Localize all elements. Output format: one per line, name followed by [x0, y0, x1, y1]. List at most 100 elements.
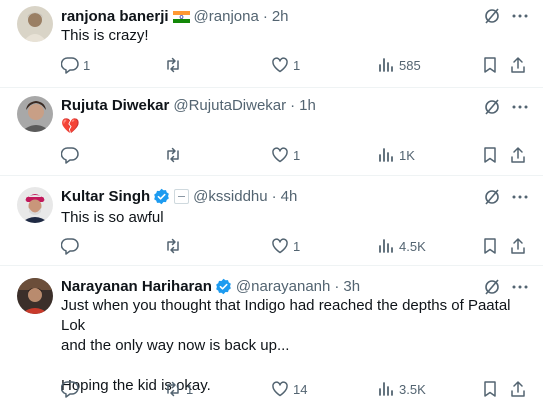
timestamp[interactable]: 2h: [272, 8, 289, 25]
reply-button[interactable]: 1: [61, 56, 90, 74]
bookmark-button[interactable]: [481, 146, 499, 164]
like-icon: [272, 57, 288, 73]
bookmark-icon: [484, 57, 496, 73]
timestamp[interactable]: 1h: [299, 97, 316, 114]
like-icon: [272, 147, 288, 163]
tweet-header: Kultar Singh @kssiddhu · 4h: [61, 186, 297, 206]
bookmark-button[interactable]: [481, 56, 499, 74]
repost-button[interactable]: [164, 56, 186, 74]
like-button[interactable]: 1: [271, 237, 300, 255]
tweet-header: Narayanan Hariharan @narayananh · 3h: [61, 276, 360, 296]
reply-icon: [61, 147, 79, 164]
views-icon: [379, 58, 393, 72]
tweet[interactable]: ranjona banerji @ranjona · 2h This is cr…: [0, 0, 543, 88]
like-button[interactable]: 1: [271, 56, 300, 74]
timestamp[interactable]: 4h: [281, 188, 298, 205]
bookmark-button[interactable]: [481, 380, 499, 398]
reply-icon: [61, 238, 79, 255]
tweet-text: This is so awful: [61, 209, 164, 226]
more-icon[interactable]: [511, 278, 529, 296]
reply-icon: [61, 57, 79, 74]
tweet-text-line: [61, 356, 536, 376]
views-button[interactable]: 3.5K: [377, 380, 426, 398]
avatar[interactable]: [17, 96, 53, 132]
tweet-header: ranjona banerji @ranjona · 2h: [61, 6, 289, 26]
avatar[interactable]: [17, 187, 53, 223]
user-handle[interactable]: @narayananh: [236, 278, 330, 295]
separator-dot: ·: [290, 96, 296, 114]
like-count: 1: [293, 57, 301, 73]
avatar[interactable]: [17, 6, 53, 42]
like-button[interactable]: 14: [271, 380, 307, 398]
tweet-text: 💔: [61, 117, 80, 135]
avatar[interactable]: [17, 278, 53, 314]
separator-dot: ·: [271, 187, 277, 205]
more-icon[interactable]: [511, 7, 529, 25]
repost-icon: [167, 57, 179, 73]
grok-icon[interactable]: [483, 188, 501, 206]
display-name[interactable]: ranjona banerji: [61, 8, 169, 25]
views-count: 3.5K: [399, 381, 426, 397]
display-name[interactable]: Kultar Singh: [61, 188, 150, 205]
more-icon[interactable]: [511, 98, 529, 116]
views-icon: [379, 239, 393, 253]
repost-button[interactable]: 1: [164, 380, 193, 398]
tweet[interactable]: Rujuta Diwekar @RujutaDiwekar · 1h 💔 1 1…: [0, 88, 543, 176]
share-icon: [511, 381, 525, 397]
tweet-header: Rujuta Diwekar @RujutaDiwekar · 1h: [61, 95, 316, 115]
verified-badge-icon: [153, 188, 170, 205]
like-button[interactable]: 1: [271, 146, 300, 164]
display-name[interactable]: Narayanan Hariharan: [61, 278, 212, 295]
grok-icon[interactable]: [483, 98, 501, 116]
grok-icon[interactable]: [483, 278, 501, 296]
user-handle[interactable]: @RujutaDiwekar: [173, 97, 286, 114]
bookmark-button[interactable]: [481, 237, 499, 255]
repost-icon: [167, 381, 179, 397]
views-icon: [379, 148, 393, 162]
tweet[interactable]: Narayanan Hariharan @narayananh · 3h Jus…: [0, 266, 543, 405]
views-icon: [379, 382, 393, 396]
reply-button[interactable]: [61, 237, 83, 255]
bookmark-icon: [484, 381, 496, 397]
tweet-text: This is crazy!: [61, 27, 149, 44]
bookmark-icon: [484, 147, 496, 163]
repost-icon: [167, 238, 179, 254]
share-button[interactable]: [509, 56, 527, 74]
views-count: 585: [399, 57, 421, 73]
tweet-actions: 1 1K: [61, 146, 531, 166]
verified-badge-icon: [215, 278, 232, 295]
separator-dot: ·: [262, 7, 268, 25]
like-count: 1: [293, 238, 301, 254]
share-icon: [511, 57, 525, 73]
tweet-actions: 1 1 585: [61, 56, 531, 76]
more-icon[interactable]: [511, 188, 529, 206]
user-handle[interactable]: @ranjona: [194, 8, 259, 25]
repost-button[interactable]: [164, 146, 186, 164]
tweet[interactable]: Kultar Singh @kssiddhu · 4h This is so a…: [0, 176, 543, 266]
share-button[interactable]: [509, 237, 527, 255]
like-count: 14: [293, 381, 308, 397]
repost-icon: [167, 147, 179, 163]
grok-icon[interactable]: [483, 7, 501, 25]
india-flag-icon: [172, 10, 190, 23]
tweet-actions: 1 4.5K: [61, 237, 531, 257]
share-button[interactable]: [509, 380, 527, 398]
views-button[interactable]: 1K: [377, 146, 415, 164]
repost-count: 1: [186, 381, 194, 397]
views-button[interactable]: 585: [377, 56, 421, 74]
reply-button[interactable]: [61, 380, 83, 398]
views-count: 1K: [399, 147, 415, 163]
like-icon: [272, 381, 288, 397]
reply-button[interactable]: [61, 146, 83, 164]
timestamp[interactable]: 3h: [343, 278, 360, 295]
display-name[interactable]: Rujuta Diwekar: [61, 97, 169, 114]
share-button[interactable]: [509, 146, 527, 164]
repost-button[interactable]: [164, 237, 186, 255]
views-button[interactable]: 4.5K: [377, 237, 426, 255]
reply-count: 1: [83, 57, 91, 73]
share-icon: [511, 238, 525, 254]
affiliate-badge-icon[interactable]: [174, 188, 190, 204]
tweet-text-line: and the only way now is back up...: [61, 337, 290, 354]
tweet-text-line: Just when you thought that Indigo had re…: [61, 297, 511, 334]
user-handle[interactable]: @kssiddhu: [193, 188, 267, 205]
